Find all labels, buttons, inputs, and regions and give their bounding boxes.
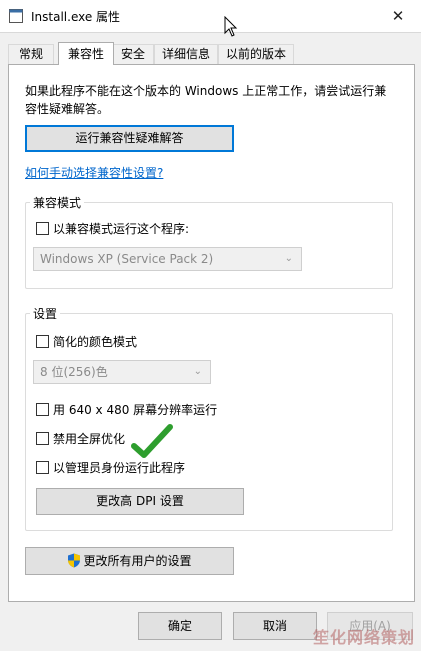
all-users-button-label: 更改所有用户的设置 bbox=[83, 554, 192, 568]
tab-compatibility[interactable]: 兼容性 bbox=[58, 42, 114, 65]
res-640-label: 用 640 x 480 屏幕分辨率运行 bbox=[53, 403, 218, 417]
compat-mode-select[interactable]: Windows XP (Service Pack 2) ⌄ bbox=[33, 247, 302, 271]
high-dpi-settings-button[interactable]: 更改高 DPI 设置 bbox=[36, 488, 244, 515]
compat-mode-checkbox-label: 以兼容模式运行这个程序: bbox=[53, 222, 190, 236]
compatibility-panel: 如果此程序不能在这个版本的 Windows 上正常工作，请尝试运行兼 容性疑难解… bbox=[8, 64, 415, 602]
watermark: 笙化网络策划 bbox=[312, 628, 415, 647]
tab-bar: 常规 兼容性 安全 详细信息 以前的版本 bbox=[8, 42, 414, 65]
tab-security[interactable]: 安全 bbox=[112, 44, 154, 64]
tab-general[interactable]: 常规 bbox=[8, 44, 54, 64]
window-title: Install.exe 属性 bbox=[31, 10, 121, 24]
res-640-checkbox[interactable] bbox=[36, 403, 49, 416]
uac-shield-icon bbox=[68, 553, 81, 568]
cancel-button[interactable]: 取消 bbox=[233, 612, 317, 640]
reduced-color-checkbox[interactable] bbox=[36, 335, 49, 348]
compat-mode-checkbox[interactable] bbox=[36, 222, 49, 235]
troubleshoot-button[interactable]: 运行兼容性疑难解答 bbox=[25, 125, 234, 152]
compat-mode-select-value: Windows XP (Service Pack 2) bbox=[40, 252, 214, 266]
tab-previous-versions[interactable]: 以前的版本 bbox=[218, 44, 294, 64]
color-depth-select-value: 8 位(256)色 bbox=[40, 365, 108, 379]
close-icon[interactable]: ✕ bbox=[375, 0, 421, 32]
title-bar: Install.exe 属性 ✕ bbox=[0, 0, 421, 33]
disable-fullscreen-checkbox[interactable] bbox=[36, 432, 49, 445]
all-users-settings-button[interactable]: 更改所有用户的设置 bbox=[25, 547, 234, 575]
intro-text-line1: 如果此程序不能在这个版本的 Windows 上正常工作，请尝试运行兼 bbox=[25, 84, 387, 98]
intro-text-line2: 容性疑难解答。 bbox=[25, 102, 110, 116]
settings-group-label: 设置 bbox=[30, 305, 61, 322]
chevron-down-icon: ⌄ bbox=[193, 366, 202, 377]
app-icon bbox=[9, 9, 23, 23]
compat-mode-group bbox=[25, 202, 393, 289]
reduced-color-label: 简化的颜色模式 bbox=[53, 335, 138, 349]
ok-button[interactable]: 确定 bbox=[138, 612, 222, 640]
disable-fullscreen-label: 禁用全屏优化 bbox=[53, 432, 126, 446]
mouse-cursor-icon bbox=[224, 16, 238, 37]
manual-settings-link[interactable]: 如何手动选择兼容性设置? bbox=[25, 164, 163, 181]
compat-mode-group-label: 兼容模式 bbox=[30, 194, 85, 211]
run-as-admin-checkbox[interactable] bbox=[36, 461, 49, 474]
chevron-down-icon: ⌄ bbox=[284, 253, 293, 264]
tab-details[interactable]: 详细信息 bbox=[154, 44, 218, 64]
color-depth-select[interactable]: 8 位(256)色 ⌄ bbox=[33, 360, 211, 384]
green-checkmark-icon bbox=[131, 424, 173, 458]
